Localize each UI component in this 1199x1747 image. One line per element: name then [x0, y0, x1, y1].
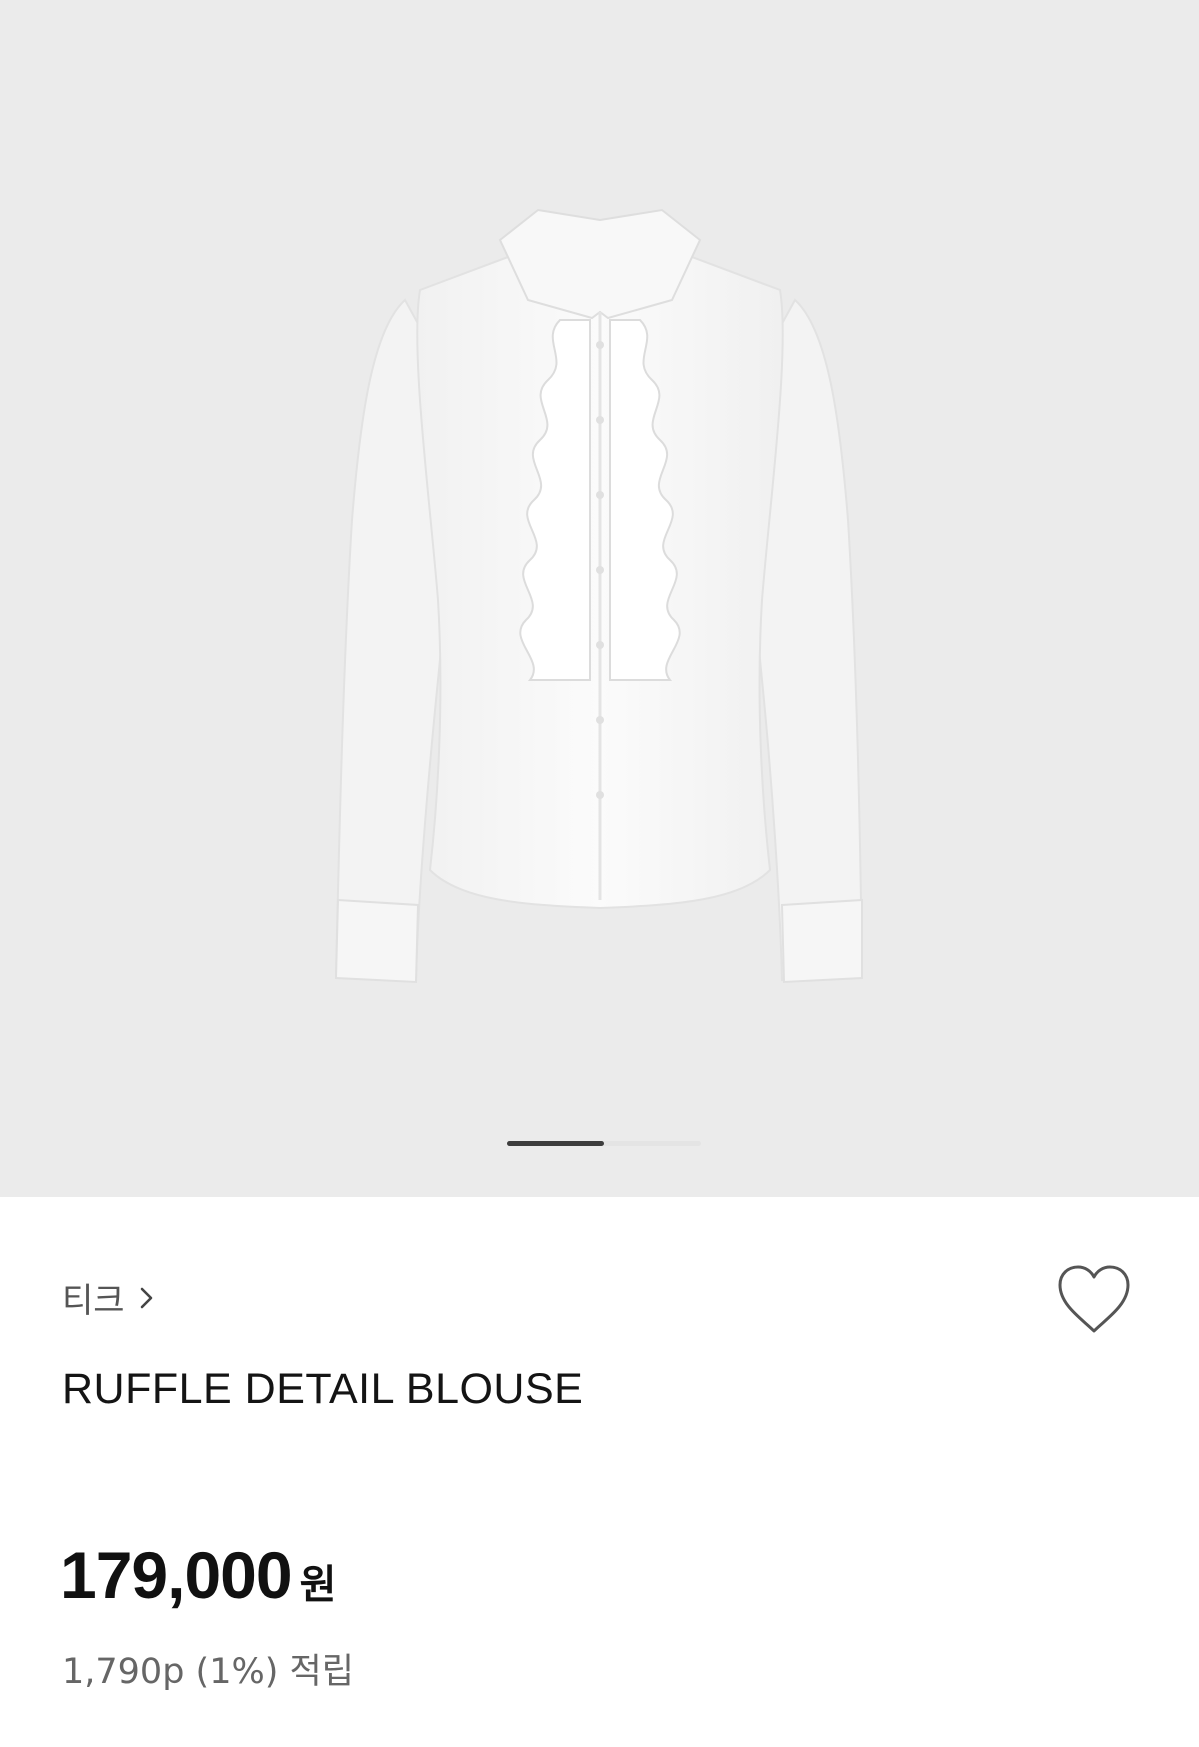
price: 179,000 원	[60, 1537, 336, 1613]
slide-indicator-active	[507, 1141, 604, 1146]
heart-outline-icon	[1058, 1265, 1130, 1333]
slide-indicator	[507, 1141, 701, 1146]
product-info: 티크 RUFFLE DETAIL BLOUSE 179,000 원 1,790p…	[0, 1197, 1199, 1747]
price-currency: 원	[299, 1562, 337, 1608]
reward-points: 1,790p (1%) 적립	[62, 1652, 354, 1692]
chevron-right-icon	[140, 1287, 152, 1308]
product-image	[334, 208, 864, 984]
product-name: RUFFLE DETAIL BLOUSE	[62, 1365, 584, 1413]
brand-name: 티크	[62, 1281, 125, 1321]
product-image-gallery[interactable]	[0, 0, 1199, 1197]
price-value: 179,000	[60, 1538, 293, 1612]
brand-link[interactable]: 티크	[62, 1273, 157, 1322]
wishlist-button[interactable]	[1054, 1263, 1134, 1335]
